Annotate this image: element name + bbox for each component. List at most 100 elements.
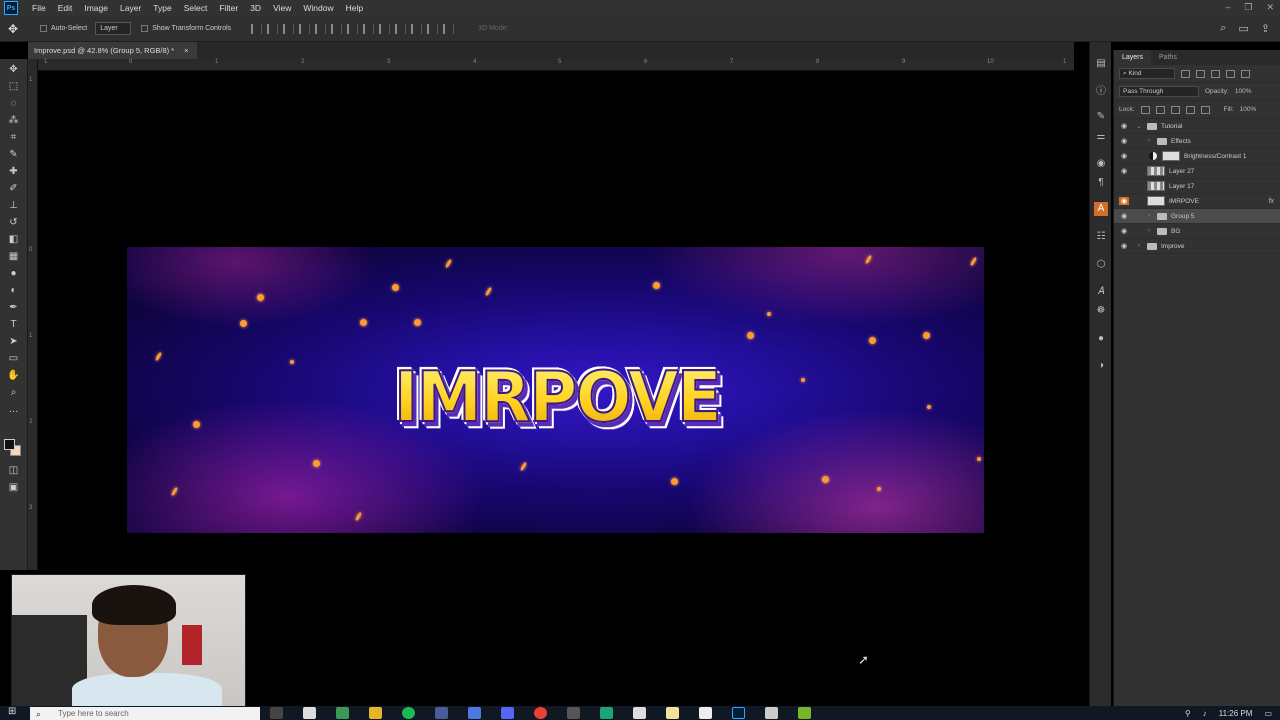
auto-select-checkbox[interactable]: Auto-Select	[40, 25, 87, 32]
app-icon[interactable]	[798, 707, 811, 719]
volume-icon[interactable]: ♪	[1203, 709, 1207, 718]
camera-icon[interactable]	[699, 707, 712, 719]
clock[interactable]: 11:26 PM	[1219, 709, 1253, 718]
menu-edit[interactable]: Edit	[52, 3, 79, 13]
align-top-icon[interactable]	[251, 23, 263, 34]
navigator-icon[interactable]: ◑	[1094, 359, 1108, 373]
distribute-bottom-icon[interactable]	[379, 23, 391, 34]
more-tools-icon[interactable]: …	[6, 403, 21, 417]
history-icon[interactable]: ▤	[1094, 57, 1108, 71]
photoshop-logo[interactable]: Ps	[4, 1, 18, 15]
taskbar-search-box[interactable]: ⌕ Type here to search	[30, 707, 260, 720]
history-brush-icon[interactable]: ↺	[6, 216, 21, 230]
hand-tool-icon[interactable]: ✋	[6, 369, 21, 383]
quick-mask-icon[interactable]: ◫	[6, 464, 21, 478]
filter-shape-icon[interactable]	[1226, 69, 1235, 78]
discord-icon[interactable]	[501, 707, 514, 719]
layer-row[interactable]: ◉ › BG	[1114, 224, 1280, 239]
foreground-color-swatch[interactable]	[4, 439, 15, 450]
menu-file[interactable]: File	[26, 3, 52, 13]
layer-row[interactable]: ◉ IMRPOVE fx	[1114, 194, 1280, 209]
distribute-right-icon[interactable]	[427, 23, 439, 34]
paragraph-icon[interactable]: ¶	[1094, 176, 1108, 190]
layer-row[interactable]: ◉ Brightness/Contrast 1	[1114, 149, 1280, 164]
visibility-eye-icon[interactable]: ◉	[1119, 152, 1129, 160]
layer-row[interactable]: ◉ Layer 27	[1114, 164, 1280, 179]
close-window-icon[interactable]: ✕	[1266, 2, 1274, 13]
app-icon[interactable]	[468, 707, 481, 719]
app-icon[interactable]	[765, 707, 778, 719]
crop-tool-icon[interactable]: ⌗	[6, 131, 21, 145]
notifications-icon[interactable]: ▭	[1264, 709, 1272, 718]
filter-adjustment-icon[interactable]	[1196, 69, 1205, 78]
properties-icon[interactable]: ☷	[1094, 230, 1108, 244]
visibility-eye-icon[interactable]: ◉	[1119, 212, 1129, 220]
network-icon[interactable]: ⚲	[1185, 709, 1191, 718]
app-icon[interactable]	[633, 707, 646, 719]
character-icon[interactable]: A	[1094, 202, 1108, 216]
color-icon[interactable]: ◉	[1094, 157, 1108, 171]
visibility-eye-icon[interactable]: ◉	[1119, 167, 1129, 175]
lock-transparent-icon[interactable]	[1140, 105, 1150, 114]
path-select-icon[interactable]: ➤	[6, 335, 21, 349]
menu-window[interactable]: Window	[297, 3, 339, 13]
3d-icon[interactable]: ⬡	[1094, 258, 1108, 272]
align-left-icon[interactable]	[299, 23, 311, 34]
visibility-eye-icon[interactable]: ◉	[1119, 197, 1129, 205]
menu-help[interactable]: Help	[340, 3, 369, 13]
layer-row[interactable]: ◉Layer 17	[1114, 179, 1280, 194]
blur-tool-icon[interactable]: ●	[6, 267, 21, 281]
filter-type-icon[interactable]	[1211, 69, 1220, 78]
chevron-right-icon[interactable]: ›	[1145, 228, 1153, 234]
blend-mode-dropdown[interactable]: Pass Through	[1119, 86, 1199, 97]
layer-effects-icon[interactable]: fx	[1269, 198, 1274, 205]
menu-view[interactable]: View	[267, 3, 297, 13]
filter-pixel-icon[interactable]	[1181, 69, 1190, 78]
app-icon[interactable]	[336, 707, 349, 719]
lasso-tool-icon[interactable]: ◌	[6, 97, 21, 111]
chevron-down-icon[interactable]: ⌄	[1135, 123, 1143, 130]
layer-thumbnail[interactable]	[1147, 181, 1165, 191]
layer-thumbnail[interactable]	[1147, 196, 1165, 206]
glyphs-icon[interactable]: 𝐴	[1094, 285, 1108, 299]
visibility-eye-icon[interactable]: ◉	[1119, 137, 1129, 145]
menu-layer[interactable]: Layer	[114, 3, 147, 13]
info-icon[interactable]: ⓘ	[1094, 85, 1108, 99]
stamp-tool-icon[interactable]: ⊥	[6, 199, 21, 213]
distribute-left-icon[interactable]	[395, 23, 407, 34]
fill-value[interactable]: 100%	[1240, 106, 1257, 113]
auto-align-icon[interactable]	[443, 23, 455, 34]
vertical-ruler[interactable]: 1 0 1 2 3	[28, 59, 38, 570]
menu-3d[interactable]: 3D	[244, 3, 267, 13]
calculator-icon[interactable]	[303, 707, 316, 719]
align-hcenter-icon[interactable]	[315, 23, 327, 34]
marquee-tool-icon[interactable]: ⬚	[6, 80, 21, 94]
align-bottom-icon[interactable]	[283, 23, 295, 34]
spotify-icon[interactable]	[402, 707, 415, 719]
windows-start-icon[interactable]: ⊞	[8, 706, 16, 717]
layer-row[interactable]: ◉ › Improve	[1114, 239, 1280, 254]
filter-kind-dropdown[interactable]: ⌕ Kind	[1119, 68, 1175, 79]
menu-image[interactable]: Image	[78, 3, 114, 13]
task-view-icon[interactable]	[270, 707, 283, 719]
styles-icon[interactable]: ☸	[1094, 304, 1108, 318]
eyedropper-icon[interactable]: ✎	[6, 148, 21, 162]
pen-tool-icon[interactable]: ✒	[6, 301, 21, 315]
brush-tool-icon[interactable]: ✐	[6, 182, 21, 196]
distribute-top-icon[interactable]	[347, 23, 359, 34]
workspace-icon[interactable]: ▭	[1238, 22, 1248, 35]
lock-image-icon[interactable]	[1155, 105, 1165, 114]
lock-all-icon[interactable]	[1200, 105, 1210, 114]
chrome-icon[interactable]	[534, 707, 547, 719]
horizontal-ruler[interactable]: 1 0 1 2 3 4 5 6 7 8 9 10 1	[38, 59, 1074, 71]
type-tool-icon[interactable]: T	[6, 318, 21, 332]
photoshop-taskbar-icon[interactable]	[732, 707, 745, 719]
menu-select[interactable]: Select	[178, 3, 214, 13]
app-icon[interactable]	[600, 707, 613, 719]
layer-row[interactable]: ◉ › Effects	[1114, 134, 1280, 149]
chevron-right-icon[interactable]: ›	[1145, 213, 1153, 219]
close-tab-icon[interactable]: ×	[184, 42, 188, 59]
healing-brush-icon[interactable]: ✚	[6, 165, 21, 179]
move-tool-icon[interactable]: ✥	[6, 63, 21, 77]
adjust-icon[interactable]: ⚌	[1094, 130, 1108, 144]
